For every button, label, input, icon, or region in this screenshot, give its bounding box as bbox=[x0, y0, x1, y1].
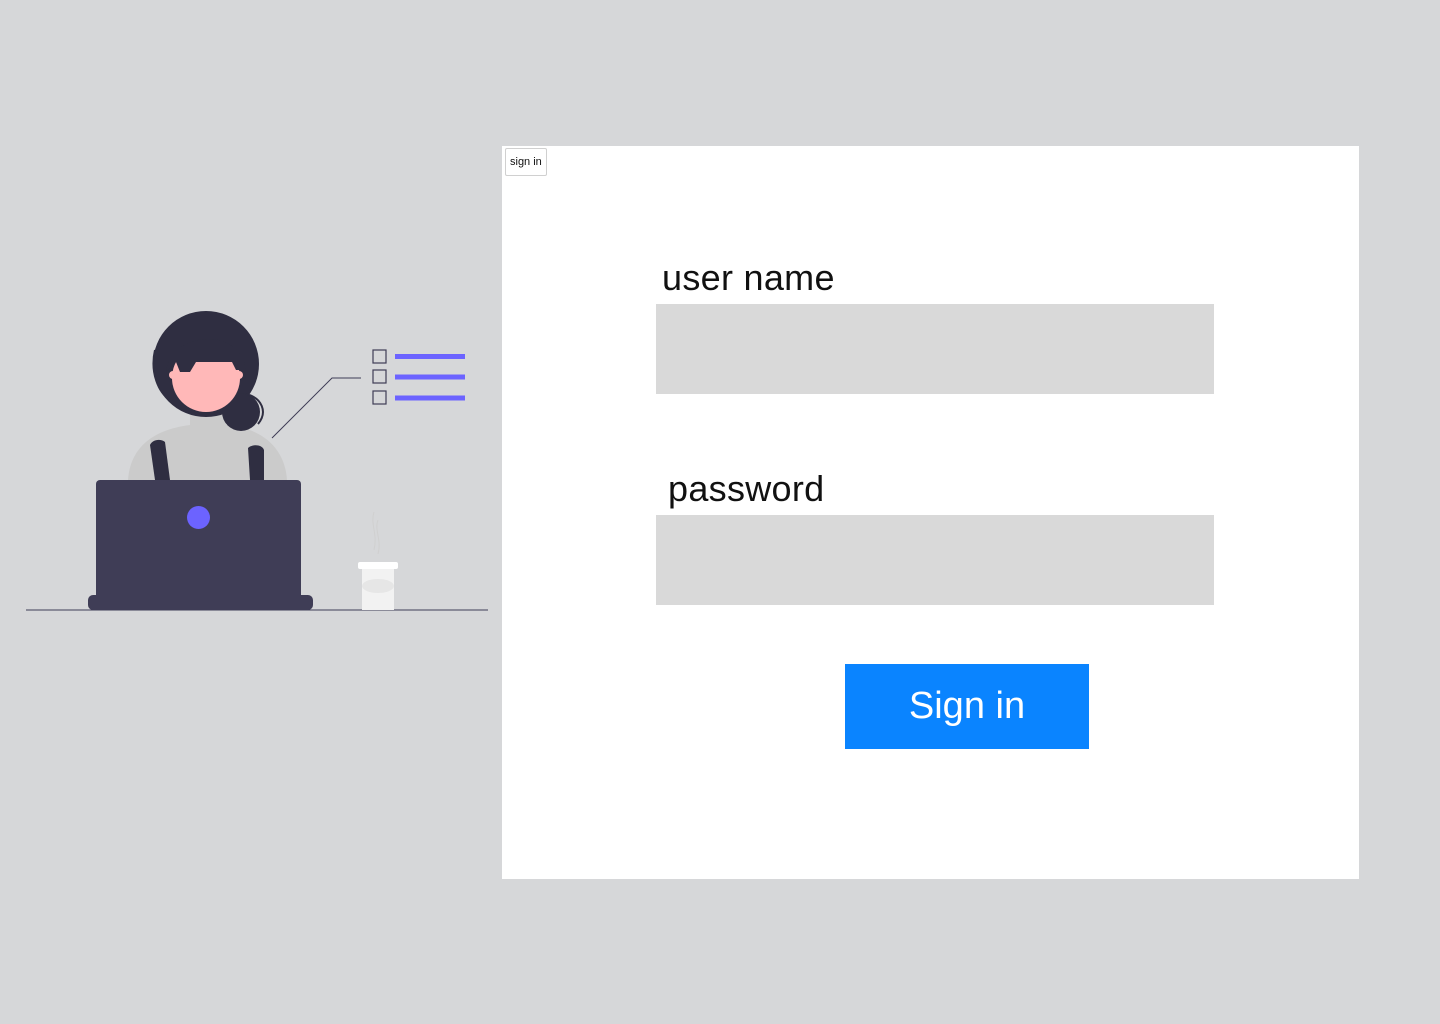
pointer-line bbox=[271, 377, 361, 439]
checklist bbox=[372, 349, 465, 405]
checkbox-icon bbox=[372, 390, 387, 405]
coffee-cup-icon bbox=[358, 511, 398, 610]
woman-laptop-illustration bbox=[26, 311, 488, 611]
password-label: password bbox=[668, 468, 825, 509]
signin-card: sign in user name password Sign in bbox=[502, 146, 1359, 879]
username-input[interactable] bbox=[656, 304, 1214, 394]
checkbox-icon bbox=[372, 369, 387, 384]
laptop-logo bbox=[187, 506, 210, 529]
password-input[interactable] bbox=[656, 515, 1214, 605]
signin-button[interactable]: Sign in bbox=[845, 664, 1089, 749]
login-page: sign in user name password Sign in bbox=[0, 0, 1440, 1024]
signin-tab[interactable]: sign in bbox=[505, 148, 547, 176]
checkbox-icon bbox=[372, 349, 387, 364]
username-label: user name bbox=[662, 257, 835, 298]
strap-right bbox=[248, 445, 264, 480]
laptop-icon bbox=[88, 480, 313, 610]
